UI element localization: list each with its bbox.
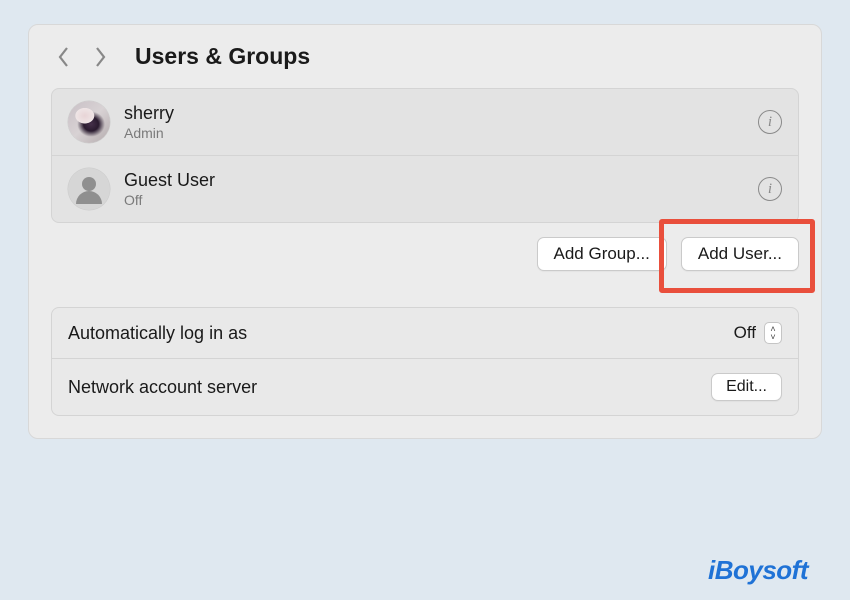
user-role: Off: [124, 192, 744, 208]
edit-button[interactable]: Edit...: [711, 373, 782, 401]
info-button[interactable]: i: [758, 110, 782, 134]
avatar: [68, 101, 110, 143]
add-user-button[interactable]: Add User...: [681, 237, 799, 271]
settings-panel: Users & Groups sherry Admin i Guest User…: [28, 24, 822, 439]
action-buttons: Add Group... Add User...: [51, 237, 799, 271]
auto-login-dropdown[interactable]: ˄˅: [764, 322, 782, 344]
user-role: Admin: [124, 125, 744, 141]
setting-label: Network account server: [68, 377, 257, 398]
chevron-right-icon: [91, 44, 109, 70]
info-icon: i: [768, 114, 772, 131]
info-button[interactable]: i: [758, 177, 782, 201]
setting-label: Automatically log in as: [68, 323, 247, 344]
avatar: [68, 168, 110, 210]
watermark-logo: iBoysoft: [708, 555, 808, 586]
user-row[interactable]: Guest User Off i: [52, 156, 798, 222]
forward-button[interactable]: [91, 44, 109, 70]
header: Users & Groups: [51, 43, 799, 70]
settings-list: Automatically log in as Off ˄˅ Network a…: [51, 307, 799, 416]
user-name: Guest User: [124, 170, 744, 192]
users-list: sherry Admin i Guest User Off i: [51, 88, 799, 223]
setting-control: Off ˄˅: [734, 322, 782, 344]
setting-control: Edit...: [711, 373, 782, 401]
user-name: sherry: [124, 103, 744, 125]
chevron-up-down-icon: ˄˅: [770, 325, 775, 341]
page-title: Users & Groups: [135, 43, 310, 70]
back-button[interactable]: [55, 44, 73, 70]
chevron-left-icon: [55, 44, 73, 70]
auto-login-row: Automatically log in as Off ˄˅: [52, 308, 798, 359]
auto-login-value: Off: [734, 323, 756, 343]
user-info: sherry Admin: [124, 103, 744, 142]
info-icon: i: [768, 181, 772, 198]
network-server-row: Network account server Edit...: [52, 359, 798, 415]
user-info: Guest User Off: [124, 170, 744, 209]
add-group-button[interactable]: Add Group...: [537, 237, 667, 271]
user-row[interactable]: sherry Admin i: [52, 89, 798, 156]
